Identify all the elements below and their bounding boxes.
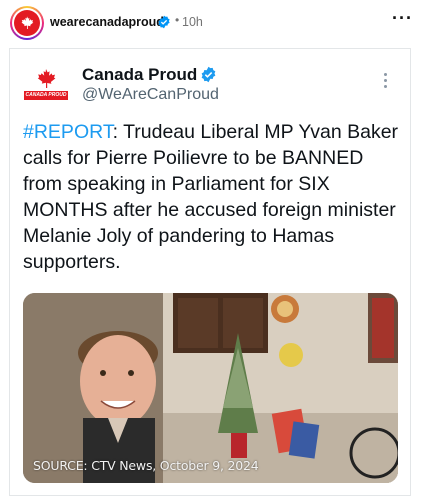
verified-badge-icon [158,15,170,29]
canada-proud-logo: CANADA PROUD [24,67,68,107]
post-header: wearecanadaproud • 10h ··· [0,0,423,46]
tweet-hashtag[interactable]: #REPORT [23,121,113,143]
avatar[interactable] [10,6,44,40]
tweet-display-name[interactable]: Canada Proud [82,65,197,85]
separator-dot: • [175,13,180,27]
verified-badge-icon [201,66,216,83]
photo-scene [23,293,398,483]
tweet-body: : Trudeau Liberal MP Yvan Baker calls fo… [23,121,399,273]
tweet-card: CANADA PROUD Canada Proud @WeAreCanProud… [9,48,411,496]
more-options-icon[interactable]: ··· [392,8,413,29]
tweet-photo[interactable]: SOURCE: CTV News, October 9, 2024 [23,293,398,483]
maple-leaf-icon [21,16,34,29]
post-username[interactable]: wearecanadaproud [50,15,164,29]
logo-text: CANADA PROUD [24,91,68,100]
photo-source-caption: SOURCE: CTV News, October 9, 2024 [33,458,259,473]
tweet-text: #REPORT: Trudeau Liberal MP Yvan Baker c… [23,119,405,275]
tweet-more-options-icon[interactable] [384,73,388,89]
tweet-handle[interactable]: @WeAreCanProud [82,86,219,104]
maple-leaf-icon [37,69,56,88]
post-time: 10h [182,15,203,29]
